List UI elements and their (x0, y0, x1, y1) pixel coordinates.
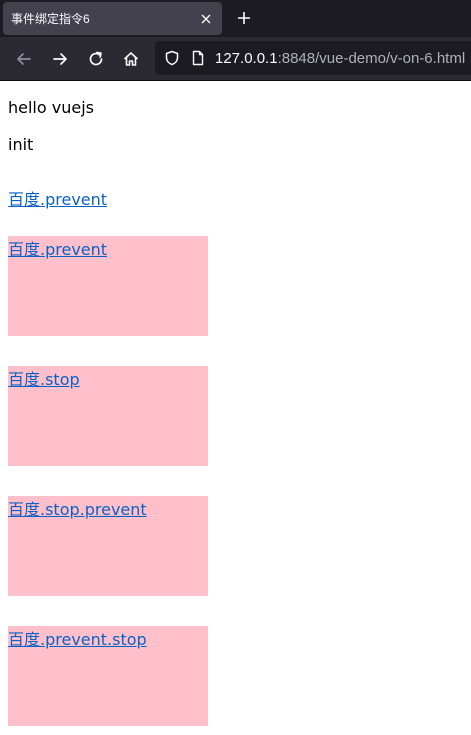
box-link-stop-prevent[interactable]: 百度.stop.prevent (8, 496, 147, 520)
page-icon[interactable] (189, 49, 207, 67)
browser-nav-bar: 127.0.0.1:8848/vue-demo/v-on-6.html (0, 37, 471, 80)
box-link-prevent[interactable]: 百度.prevent (8, 236, 107, 260)
url-text[interactable]: 127.0.0.1:8848/vue-demo/v-on-6.html (215, 50, 465, 67)
pink-box-stop-prevent[interactable]: 百度.stop.prevent (8, 496, 208, 596)
message-text: hello vuejs (8, 98, 94, 117)
pink-box-prevent-stop[interactable]: 百度.prevent.stop (8, 626, 208, 726)
status-text: init (8, 135, 34, 154)
pink-box-prevent[interactable]: 百度.prevent (8, 236, 208, 336)
browser-tab-bar: 事件绑定指令6 (0, 0, 471, 37)
arrow-right-icon[interactable] (46, 45, 74, 73)
reload-icon[interactable] (82, 45, 110, 73)
page-content: hello vuejs init 百度.prevent 百度.prevent 百… (0, 81, 471, 735)
url-path: :8848/vue-demo/v-on-6.html (277, 49, 466, 67)
plus-icon[interactable] (233, 7, 255, 29)
close-icon[interactable] (198, 11, 214, 27)
url-bar[interactable]: 127.0.0.1:8848/vue-demo/v-on-6.html (155, 41, 471, 75)
home-icon[interactable] (117, 45, 145, 73)
url-host: 127.0.0.1 (215, 49, 278, 67)
baidu-prevent-link[interactable]: 百度.prevent (8, 186, 107, 210)
box-link-prevent-stop[interactable]: 百度.prevent.stop (8, 626, 147, 650)
shield-icon[interactable] (163, 49, 181, 67)
arrow-left-icon[interactable] (10, 45, 38, 73)
tab-title: 事件绑定指令6 (11, 12, 90, 26)
browser-tab[interactable]: 事件绑定指令6 (3, 2, 222, 35)
pink-box-stop[interactable]: 百度.stop (8, 366, 208, 466)
box-link-stop[interactable]: 百度.stop (8, 366, 80, 390)
